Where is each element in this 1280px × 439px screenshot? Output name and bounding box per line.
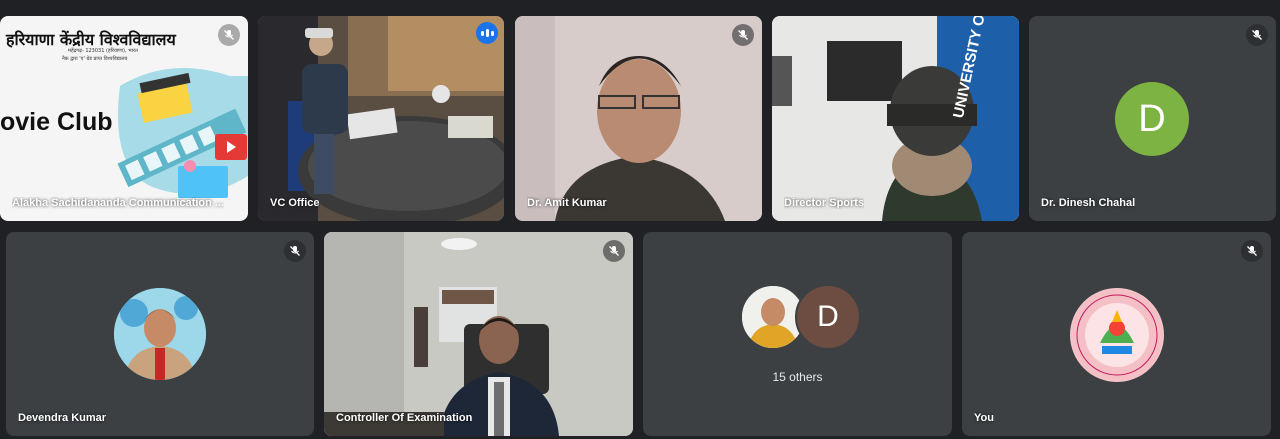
- avatar: [114, 288, 206, 380]
- mic-off-icon: [732, 24, 754, 46]
- tile-devendra-kumar[interactable]: Devendra Kumar: [6, 232, 314, 436]
- mic-off-icon: [1241, 240, 1263, 262]
- avatar: D: [1115, 82, 1189, 156]
- university-logo: [1070, 288, 1164, 382]
- avatar: D: [795, 284, 861, 350]
- others-count: 15 others: [772, 370, 823, 384]
- mic-off-icon: [284, 240, 306, 262]
- tile-you[interactable]: You: [962, 232, 1271, 436]
- participant-name: Devendra Kumar: [18, 412, 107, 424]
- participant-name: Dr. Dinesh Chahal: [1041, 197, 1136, 209]
- participant-name: Director Sports: [784, 197, 865, 209]
- speaking-indicator-icon: [476, 22, 498, 44]
- video-feed: [258, 16, 504, 221]
- mic-off-icon: [218, 24, 240, 46]
- video-feed: [324, 232, 633, 436]
- tile-amit-kumar[interactable]: Dr. Amit Kumar: [515, 16, 762, 221]
- video-feed: [515, 16, 762, 221]
- tile-dinesh-chahal[interactable]: D Dr. Dinesh Chahal: [1029, 16, 1276, 221]
- tile-presentation[interactable]: हरियाणा केंद्रीय विश्वविद्यालय महेंद्रगढ…: [0, 16, 248, 221]
- tile-others[interactable]: D 15 others: [643, 232, 952, 436]
- slide-title: ovie Club: [0, 108, 113, 136]
- mic-off-icon: [1246, 24, 1268, 46]
- tile-vc-office[interactable]: VC Office: [258, 16, 504, 221]
- participant-name: Dr. Amit Kumar: [527, 197, 607, 209]
- participant-name: VC Office: [270, 197, 320, 209]
- mic-off-icon: [603, 240, 625, 262]
- tile-controller-of-examination[interactable]: Controller Of Examination: [324, 232, 633, 436]
- tile-director-sports[interactable]: UNIVERSITY OF Director Sports: [772, 16, 1019, 221]
- participant-name: Controller Of Examination: [336, 412, 473, 424]
- participant-name: Alakha Sachidananda Communication ...: [12, 197, 225, 209]
- participant-name: You: [974, 412, 994, 424]
